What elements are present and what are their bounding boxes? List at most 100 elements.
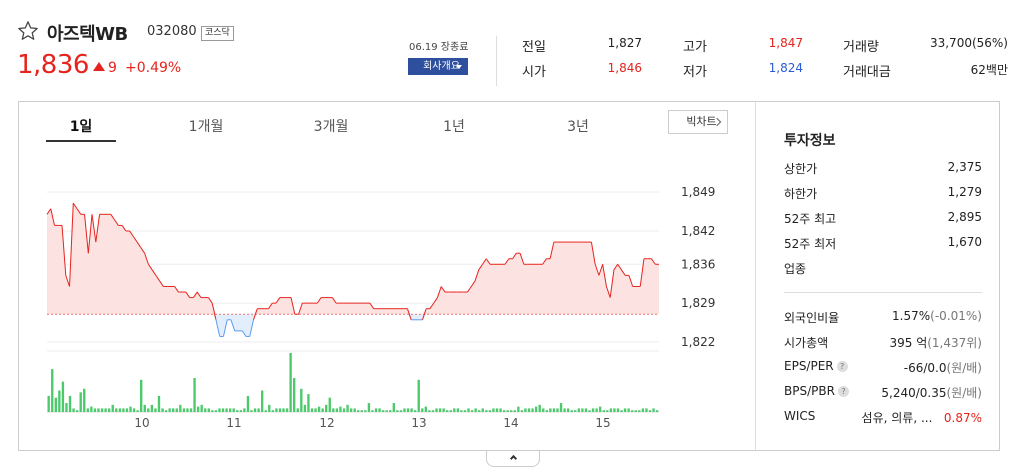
- volume-bar: [275, 408, 278, 412]
- volume-bar: [47, 395, 50, 412]
- wics-sector[interactable]: 섬유, 의류, ...: [862, 411, 933, 425]
- volume-bar: [182, 408, 186, 412]
- eps-per-label-wrap: EPS/PER?: [784, 359, 848, 373]
- volume-bar: [125, 408, 129, 412]
- volume-bar: [524, 408, 527, 412]
- volume-bar: [584, 408, 588, 412]
- y-tick-label: 1,836: [681, 257, 715, 271]
- info-label[interactable]: 업종: [784, 260, 806, 277]
- volume-bar: [389, 410, 392, 412]
- market-cap-rank: (1,437위): [927, 336, 982, 350]
- volume-bar: [577, 408, 581, 412]
- market-date: 06.19 장종료: [409, 42, 469, 53]
- price-area-up: [47, 203, 659, 315]
- stock-name[interactable]: 아즈텍WB: [47, 20, 128, 46]
- price-change: 9: [93, 60, 117, 76]
- volume-bar: [264, 410, 267, 412]
- price-area-down: [47, 314, 659, 337]
- volume-bar: [495, 408, 499, 412]
- y-tick-label: 1,829: [681, 296, 715, 310]
- info-row: 업종: [784, 260, 982, 276]
- volume-bar: [602, 410, 605, 412]
- volume-bar: [260, 390, 264, 412]
- volume-bar: [655, 410, 659, 412]
- volume-bar: [236, 410, 239, 412]
- x-tick-label: 14: [503, 416, 518, 430]
- volume-bar: [51, 369, 54, 412]
- volume-bar: [111, 404, 114, 412]
- tab-2[interactable]: 3개월: [296, 116, 366, 136]
- volume-bar: [79, 392, 82, 412]
- stat-label: 거래량: [843, 40, 879, 55]
- eps-per-number: -66/0.0: [903, 361, 947, 375]
- volume-bar: [588, 410, 591, 412]
- period-tabs: 1일 1개월 3개월 1년 3년: [19, 102, 755, 144]
- help-icon[interactable]: ?: [836, 361, 848, 372]
- volume-bar: [243, 408, 246, 412]
- volume-bar: [218, 408, 221, 412]
- favorite-star-icon[interactable]: [17, 20, 39, 42]
- volume-bar: [446, 410, 449, 412]
- wics-value[interactable]: 섬유, 의류, ... 0.87%: [862, 409, 982, 426]
- volume-bar: [115, 408, 118, 412]
- volume-bar: [328, 397, 331, 412]
- volume-bar: [122, 408, 125, 412]
- caret-down-icon: [456, 65, 462, 69]
- volume-bar: [627, 408, 630, 412]
- eps-per-unit: (원/배): [946, 361, 983, 375]
- volume-bar: [346, 404, 349, 412]
- volume-bar: [189, 408, 193, 412]
- volume-bar: [631, 410, 634, 412]
- help-icon[interactable]: ?: [837, 386, 849, 397]
- tab-3[interactable]: 1년: [419, 116, 489, 136]
- volume-bar: [463, 410, 467, 412]
- volume-bar: [349, 408, 353, 412]
- volume-bar: [424, 406, 428, 412]
- stat-label: 시가: [522, 65, 546, 80]
- volume-bar: [360, 410, 363, 412]
- stock-widget: 아즈텍WB 032080 코스닥 1,836 9 +0.49% 06.19 장종…: [0, 0, 1020, 473]
- chart-panel: 1일 1개월 3개월 1년 3년 빅차트 1,849 1,842 1,836 1,829 1,8…: [18, 101, 1000, 451]
- volume-bar: [510, 410, 513, 412]
- tab-0[interactable]: 1일: [46, 116, 116, 136]
- volume-bar: [54, 397, 57, 412]
- volume-bar: [353, 408, 356, 412]
- collapse-button[interactable]: [486, 451, 540, 467]
- volume-bar: [591, 408, 595, 412]
- volume-bar: [574, 410, 577, 412]
- volume-bar: [97, 408, 100, 412]
- volume-bar: [293, 378, 296, 412]
- stat-value: 1,847: [768, 36, 803, 50]
- volume-bar: [595, 408, 598, 412]
- eps-per-value: -66/0.0(원/배): [904, 359, 982, 376]
- volume-bar: [93, 408, 97, 412]
- tab-1[interactable]: 1개월: [171, 116, 241, 136]
- foreign-ratio-value: 1.57%(-0.01%): [892, 309, 982, 323]
- volume-bar: [250, 410, 253, 412]
- volume-bar: [549, 408, 552, 412]
- x-tick-label: 15: [595, 416, 610, 430]
- stat-value: 1,846: [607, 61, 642, 75]
- volume-bar: [545, 410, 548, 412]
- volume-bar: [538, 404, 541, 412]
- volume-bar: [581, 408, 584, 412]
- volume-bar: [296, 408, 299, 412]
- volume-bar: [196, 406, 200, 412]
- volume-bar: [72, 408, 75, 412]
- volume-bar: [65, 403, 68, 412]
- volume-bar: [90, 406, 93, 412]
- volume-bar: [193, 378, 196, 412]
- volume-bar: [239, 410, 242, 412]
- volume-bar: [307, 394, 310, 412]
- volume-bar: [542, 408, 545, 412]
- volume-bar: [100, 408, 104, 412]
- foreign-ratio-number: 1.57%: [892, 309, 931, 323]
- volume-bar: [154, 408, 157, 412]
- company-overview-button[interactable]: 회사개요: [408, 58, 468, 75]
- volume-bar: [381, 410, 385, 412]
- volume-bar: [634, 410, 637, 412]
- volume-bar: [204, 408, 207, 412]
- tab-4[interactable]: 3년: [543, 116, 613, 136]
- volume-bar: [606, 410, 609, 412]
- big-chart-button[interactable]: 빅차트: [668, 110, 728, 134]
